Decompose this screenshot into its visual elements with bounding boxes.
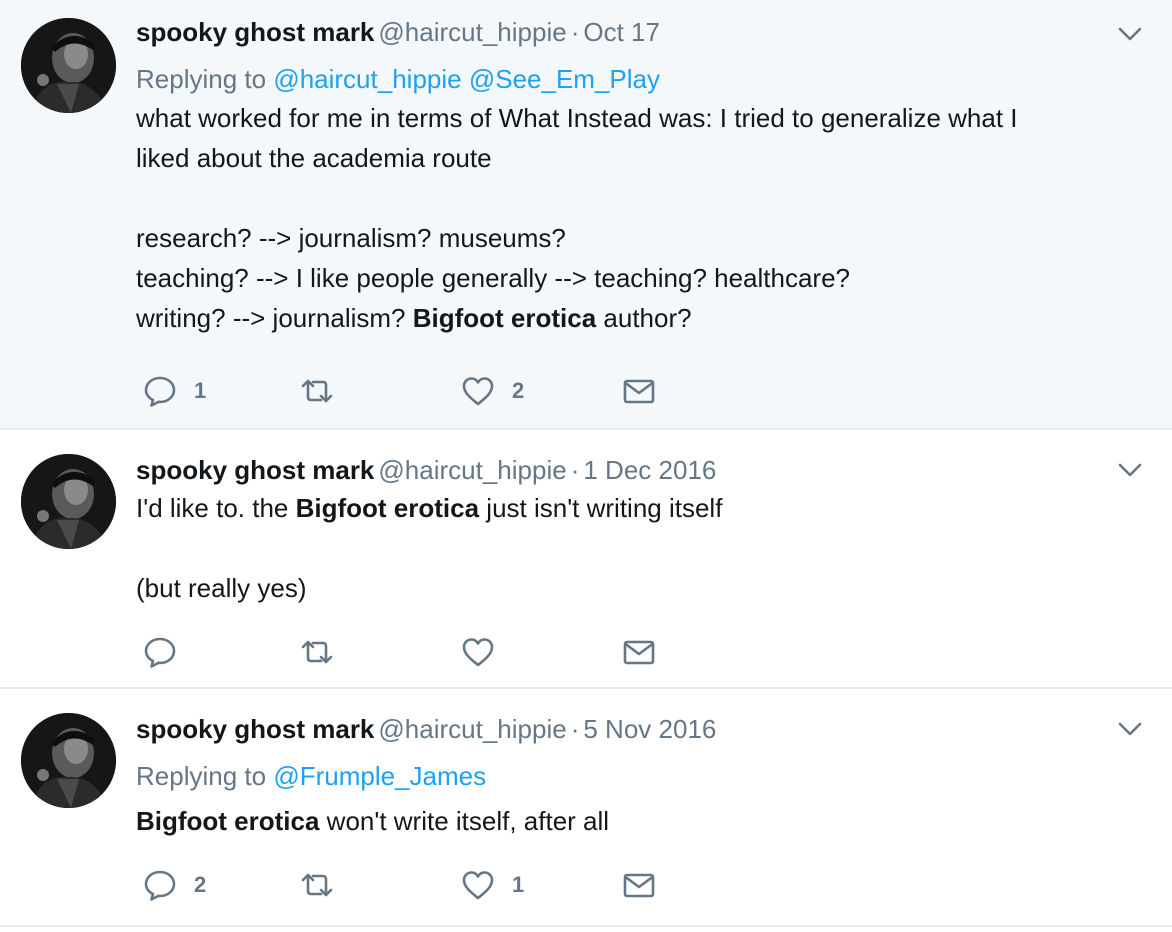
tweet-date[interactable]: 5 Nov 2016 (583, 714, 716, 744)
reply-icon (144, 637, 176, 668)
envelope-icon (623, 873, 655, 898)
heart-icon (462, 871, 494, 900)
bold-text: Bigfoot erotica (412, 303, 597, 333)
bold-text: Bigfoot erotica (295, 493, 480, 523)
envelope-icon (623, 640, 655, 665)
tweet[interactable]: spooky ghost mark @haircut_hippie · 5 Nov 2… (0, 689, 1172, 927)
tweet-header: spooky ghost mark @haircut_hippie · 1 Dec 2… (136, 452, 1112, 488)
reply-count: 1 (194, 378, 207, 403)
reply-button[interactable] (142, 632, 194, 672)
author-handle[interactable]: @haircut_hippie (378, 17, 566, 47)
tweet-date[interactable]: Oct 17 (583, 17, 660, 47)
tweet-actions: 1 2 (136, 371, 696, 411)
separator: · (570, 17, 580, 47)
author-name[interactable]: spooky ghost mark (136, 455, 374, 485)
direct-message-button[interactable] (621, 865, 657, 905)
reply-icon (144, 870, 176, 901)
text-run: just isn't writing itself (479, 493, 723, 523)
text-line: Bigfoot erotica won't write itself, afte… (136, 801, 1112, 841)
avatar-photo (21, 454, 116, 549)
text-run: research? --> journalism? museums? (136, 223, 566, 253)
like-button[interactable]: 2 (460, 371, 524, 411)
retweet-button[interactable] (299, 865, 351, 905)
tweet-header: spooky ghost mark @haircut_hippie · 5 Nov 2… (136, 711, 1112, 747)
tweet[interactable]: spooky ghost mark @haircut_hippie · Oct 17 … (0, 0, 1172, 430)
reply-icon (144, 376, 176, 407)
replying-to-label: Replying to (136, 761, 267, 791)
heart-icon (462, 377, 494, 406)
text-run: what worked for me in terms of What Inst… (136, 103, 1018, 133)
avatar[interactable] (21, 454, 116, 549)
text-line: liked about the academia route (136, 138, 1112, 178)
mention-link[interactable]: @See_Em_Play (469, 64, 660, 94)
direct-message-button[interactable] (621, 632, 657, 672)
retweet-button[interactable] (299, 371, 351, 411)
replying-to: Replying to @haircut_hippie @See_Em_Play (136, 62, 1112, 96)
chevron-down-icon[interactable] (1116, 20, 1144, 48)
envelope-icon (623, 379, 655, 404)
like-button[interactable] (460, 632, 512, 672)
separator: · (570, 455, 580, 485)
mention-link[interactable]: @Frumple_James (273, 761, 486, 791)
text-line: (but really yes) (136, 568, 1112, 608)
direct-message-button[interactable] (621, 371, 657, 411)
text-line (136, 178, 1112, 218)
tweet-text: Bigfoot erotica won't write itself, afte… (136, 801, 1112, 841)
replying-to: Replying to @Frumple_James (136, 759, 1112, 793)
replying-to-label: Replying to (136, 64, 267, 94)
tweet-text: what worked for me in terms of What Inst… (136, 98, 1112, 338)
tweet-content: spooky ghost mark @haircut_hippie · 1 Dec 2… (136, 452, 1112, 608)
text-line: research? --> journalism? museums? (136, 218, 1112, 258)
author-handle[interactable]: @haircut_hippie (378, 455, 566, 485)
like-count: 1 (512, 872, 525, 897)
text-line: writing? --> journalism? Bigfoot erotica… (136, 298, 1112, 338)
separator: · (570, 714, 580, 744)
reply-count: 2 (194, 872, 207, 897)
tweet-date[interactable]: 1 Dec 2016 (583, 455, 716, 485)
retweet-icon (301, 873, 333, 897)
retweet-button[interactable] (299, 632, 351, 672)
author-name[interactable]: spooky ghost mark (136, 714, 374, 744)
text-run: liked about the academia route (136, 143, 492, 173)
tweet-actions: 2 1 (136, 865, 696, 905)
text-run: won't write itself, after all (319, 806, 610, 836)
tweet-content: spooky ghost mark @haircut_hippie · Oct 17 … (136, 14, 1112, 338)
avatar[interactable] (21, 713, 116, 808)
avatar-photo (21, 713, 116, 808)
tweet-content: spooky ghost mark @haircut_hippie · 5 Nov 2… (136, 711, 1112, 841)
tweet[interactable]: spooky ghost mark @haircut_hippie · 1 Dec 2… (0, 430, 1172, 689)
text-run: (but really yes) (136, 573, 307, 603)
chevron-down-icon[interactable] (1116, 456, 1144, 484)
retweet-icon (301, 640, 333, 664)
tweet-header: spooky ghost mark @haircut_hippie · Oct 17 (136, 14, 1112, 50)
text-line: teaching? --> I like people generally --… (136, 258, 1112, 298)
text-line (136, 528, 1112, 568)
like-count: 2 (512, 378, 525, 403)
author-name[interactable]: spooky ghost mark (136, 17, 374, 47)
avatar-photo (21, 18, 116, 113)
reply-button[interactable]: 2 (142, 865, 206, 905)
bold-text: Bigfoot erotica (136, 806, 320, 836)
retweet-icon (301, 379, 333, 403)
tweet-actions (136, 632, 696, 672)
tweet-text: I'd like to. the Bigfoot erotica just is… (136, 488, 1112, 608)
author-handle[interactable]: @haircut_hippie (378, 714, 566, 744)
text-run: teaching? --> I like people generally --… (136, 263, 851, 293)
mention-link[interactable]: @haircut_hippie (273, 64, 461, 94)
text-run: writing? --> journalism? (136, 303, 413, 333)
avatar[interactable] (21, 18, 116, 113)
text-line: I'd like to. the Bigfoot erotica just is… (136, 488, 1112, 528)
text-run: author? (596, 303, 692, 333)
text-line: what worked for me in terms of What Inst… (136, 98, 1112, 138)
like-button[interactable]: 1 (460, 865, 524, 905)
text-run: I'd like to. the (136, 493, 296, 523)
reply-button[interactable]: 1 (142, 371, 206, 411)
heart-icon (462, 638, 494, 667)
chevron-down-icon[interactable] (1116, 715, 1144, 743)
